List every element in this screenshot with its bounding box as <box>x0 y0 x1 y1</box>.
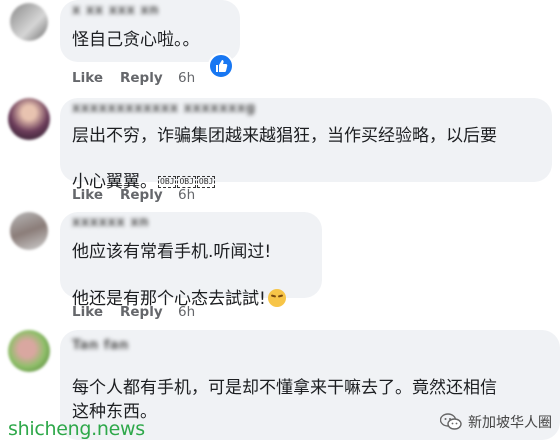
reply-button[interactable]: Reply <box>120 70 178 86</box>
channel-watermark: 新加坡华人圈 <box>440 412 552 432</box>
comment-bubble: x xx xxx xn 怪自己贪心啦。。 <box>60 0 240 62</box>
avatar[interactable] <box>10 212 48 250</box>
comment-bubble: xxxxxxxxxxxx xxxxxxxg 层出不穷，诈骗集团越来越猖狂，当作买… <box>60 98 552 192</box>
comment-actions: Like Reply 6h <box>72 70 195 86</box>
comment-text-line1: 他应该有常看手机.听闻过! <box>72 242 272 262</box>
comment-text-line1: 每个人都有手机，可是却不懂拿来干嘛去了。竟然还相信 <box>72 378 497 398</box>
like-button[interactable]: Like <box>72 187 120 203</box>
comment-actions: Like Reply 6h <box>72 304 195 320</box>
wechat-icon <box>440 413 462 430</box>
pensive-face-emoji-icon <box>267 289 286 307</box>
like-reaction-badge[interactable] <box>208 53 234 79</box>
comment-actions: Like Reply 6h <box>72 187 195 203</box>
reply-button[interactable]: Reply <box>120 187 178 203</box>
comment-bubble: xxxxxx xn 他应该有常看手机.听闻过! 他还是有那个心态去試試! <box>60 212 322 309</box>
comment-timestamp[interactable]: 6h <box>178 304 195 320</box>
comment-text: 怪自己贪心啦。。 <box>72 30 200 50</box>
site-watermark: shicheng.news <box>8 418 145 440</box>
comment-author[interactable]: x xx xxx xn <box>72 3 159 18</box>
like-button[interactable]: Like <box>72 304 120 320</box>
comment-timestamp[interactable]: 6h <box>178 70 195 86</box>
thumbs-up-icon <box>216 60 228 72</box>
avatar[interactable] <box>10 3 48 41</box>
comment-author[interactable]: xxxxxx xn <box>72 215 149 230</box>
comment-author[interactable]: Tan fan <box>72 338 129 353</box>
object-placeholder: OBJ <box>196 176 216 188</box>
reply-button[interactable]: Reply <box>120 304 178 320</box>
avatar[interactable] <box>8 98 50 140</box>
comment-text-line1: 层出不穷，诈骗集团越来越猖狂，当作买经验略，以后要 <box>72 126 497 146</box>
comment-author[interactable]: xxxxxxxxxxxx xxxxxxxg <box>72 101 256 116</box>
channel-name: 新加坡华人圈 <box>468 415 552 431</box>
comment-timestamp[interactable]: 6h <box>178 187 195 203</box>
like-button[interactable]: Like <box>72 70 120 86</box>
avatar[interactable] <box>8 330 50 372</box>
